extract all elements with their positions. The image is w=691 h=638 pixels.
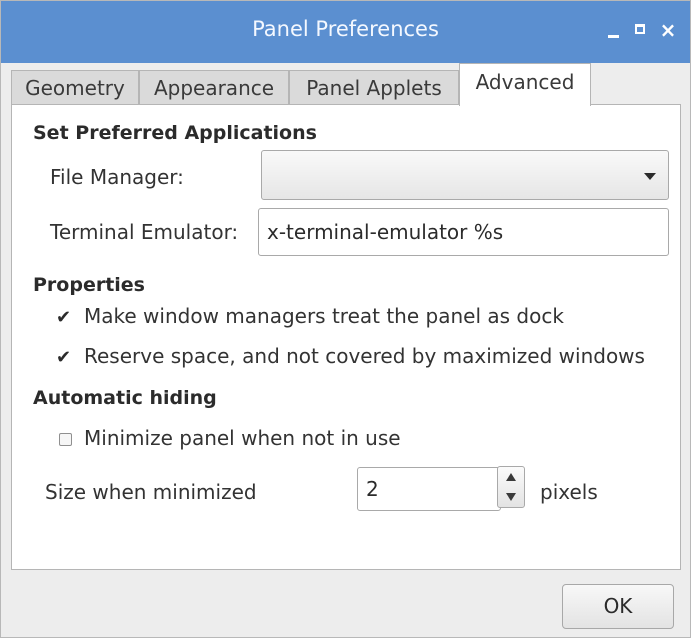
maximize-button[interactable] — [627, 15, 653, 45]
spin-up-icon[interactable] — [506, 473, 516, 481]
close-icon: × — [659, 18, 677, 42]
reserve-space-checkbox[interactable]: ✔ — [56, 347, 74, 368]
title-bar[interactable]: Panel Preferences × — [1, 1, 690, 63]
close-button[interactable]: × — [655, 15, 681, 45]
minimize-panel-label[interactable]: Minimize panel when not in use — [84, 426, 401, 450]
ok-button[interactable]: OK — [562, 584, 674, 629]
tab-appearance[interactable]: Appearance — [139, 70, 289, 105]
size-unit-label: pixels — [540, 480, 598, 504]
properties-heading: Properties — [33, 274, 145, 296]
tab-bar: Geometry Appearance Panel Applets Advanc… — [11, 63, 691, 106]
minimize-panel-checkbox[interactable] — [59, 433, 72, 446]
size-minimized-label: Size when minimized — [45, 480, 257, 504]
tab-panel-applets[interactable]: Panel Applets — [289, 70, 459, 105]
window-title: Panel Preferences — [252, 17, 439, 41]
checkmark-icon: ✔ — [56, 347, 72, 368]
maximize-icon — [635, 24, 645, 34]
tab-geometry[interactable]: Geometry — [11, 70, 139, 105]
size-spin-button[interactable] — [497, 466, 525, 508]
minimize-icon — [608, 35, 619, 38]
checkmark-icon: ✔ — [56, 307, 72, 328]
terminal-emulator-label: Terminal Emulator: — [50, 220, 239, 244]
file-manager-label: File Manager: — [50, 165, 184, 189]
preferred-apps-heading: Set Preferred Applications — [33, 122, 317, 144]
spin-down-icon[interactable] — [506, 493, 516, 501]
minimize-button[interactable] — [601, 15, 627, 45]
dock-label[interactable]: Make window managers treat the panel as … — [84, 304, 564, 328]
file-manager-dropdown[interactable] — [261, 150, 669, 200]
reserve-space-label[interactable]: Reserve space, and not covered by maximi… — [84, 344, 645, 368]
advanced-tab-panel: Set Preferred Applications File Manager:… — [11, 104, 681, 570]
automatic-hiding-heading: Automatic hiding — [33, 387, 217, 409]
terminal-emulator-input[interactable]: x-terminal-emulator %s — [258, 208, 669, 256]
dock-checkbox[interactable]: ✔ — [56, 307, 74, 328]
size-minimized-input[interactable]: 2 — [357, 467, 501, 511]
chevron-down-icon — [644, 173, 656, 180]
panel-preferences-window: Panel Preferences × Geometry Appearance … — [0, 0, 691, 638]
tab-advanced[interactable]: Advanced — [459, 63, 591, 106]
